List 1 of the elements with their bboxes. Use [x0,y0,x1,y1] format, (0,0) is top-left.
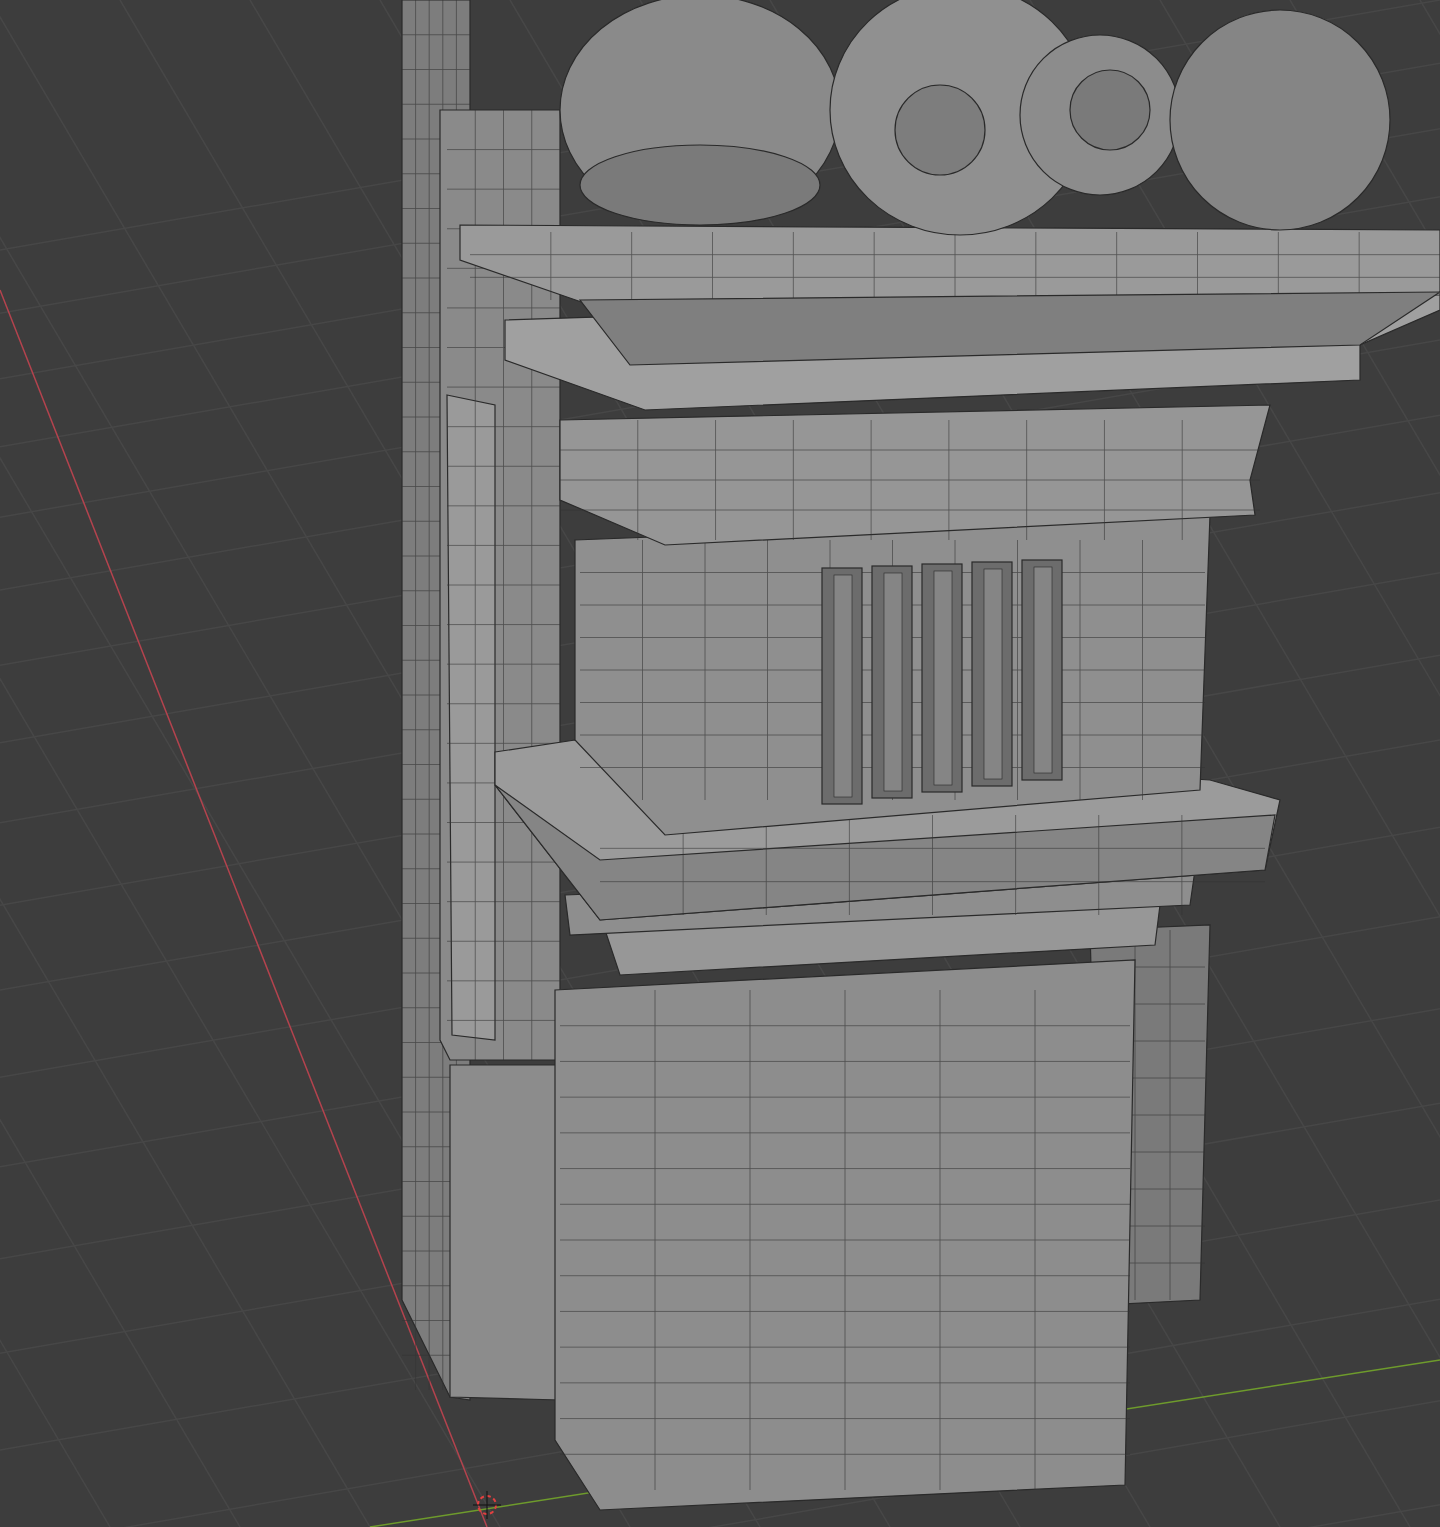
3d-cursor-icon [472,1490,502,1520]
